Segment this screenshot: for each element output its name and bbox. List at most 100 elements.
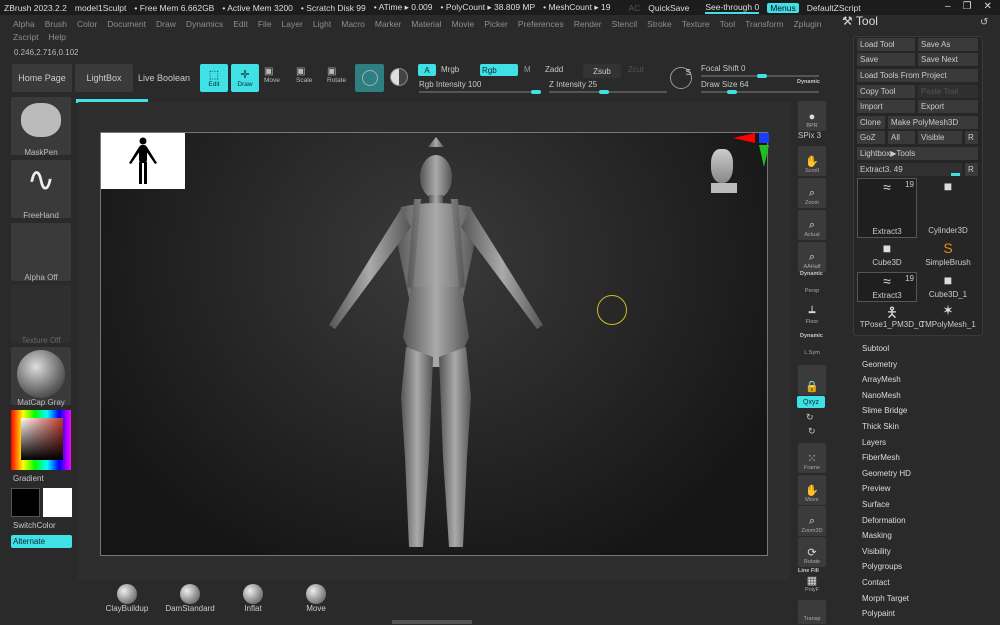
tool-thumbnail[interactable]: ✶ TMPolyMesh_1 xyxy=(918,302,978,332)
zoom-button[interactable]: ⌕ Zoom xyxy=(798,178,826,208)
character-model[interactable] xyxy=(311,137,561,557)
subpalette-polygroups[interactable]: Polygroups xyxy=(862,562,902,571)
menus-toggle[interactable]: Menus xyxy=(767,2,799,13)
menu-document[interactable]: Document xyxy=(102,19,151,29)
tool-thumbnail[interactable]: ■ Cylinder3D xyxy=(918,178,978,238)
alternate-button[interactable]: Alternate xyxy=(11,535,72,548)
color-picker[interactable] xyxy=(11,410,71,470)
stroke-icon[interactable]: S xyxy=(670,67,692,89)
bpr-button[interactable]: ● BPR xyxy=(798,101,826,131)
save-as-button[interactable]: Save As xyxy=(918,38,978,51)
reset-icon[interactable]: ↺ xyxy=(980,17,988,28)
subpalette-arraymesh[interactable]: ArrayMesh xyxy=(862,375,901,384)
floor-button[interactable]: ┷ Floor xyxy=(798,305,826,327)
spix-slider[interactable]: SPix 3 xyxy=(798,131,821,140)
menu-render[interactable]: Render xyxy=(569,19,607,29)
menu-macro[interactable]: Macro xyxy=(336,19,370,29)
move-button[interactable]: ▣ Move xyxy=(264,66,286,84)
rgb-toggle[interactable]: Rgb xyxy=(480,64,518,76)
subpalette-thick-skin[interactable]: Thick Skin xyxy=(862,422,899,431)
rotate-y-icon[interactable]: ↻ xyxy=(806,412,814,423)
tool-thumbnail[interactable]: S SimpleBrush xyxy=(918,240,978,270)
home-page-button[interactable]: Home Page xyxy=(12,64,72,92)
current-tool-slider[interactable]: Extract3. 49 xyxy=(857,163,962,176)
rotate-view-button[interactable]: ⟳ Rotate xyxy=(798,537,826,567)
menu-preferences[interactable]: Preferences xyxy=(513,19,569,29)
import-button[interactable]: Import xyxy=(857,100,915,113)
tool-palette-header[interactable]: ⚒ Tool xyxy=(842,14,878,28)
tool-slider-knob[interactable] xyxy=(951,173,960,176)
focal-shift-slider[interactable] xyxy=(701,74,819,78)
dynamic-toggle[interactable]: Dynamic xyxy=(797,79,820,85)
load-tool-button[interactable]: Load Tool xyxy=(857,38,915,51)
z-intensity-slider[interactable] xyxy=(549,90,667,94)
subpalette-polypaint[interactable]: Polypaint xyxy=(862,609,895,618)
minimize-icon[interactable]: – xyxy=(945,1,951,12)
menu-draw[interactable]: Draw xyxy=(151,19,181,29)
menu-texture[interactable]: Texture xyxy=(677,19,715,29)
frame-button[interactable]: ⁙ Frame xyxy=(798,443,826,473)
save-next-button[interactable]: Save Next xyxy=(918,53,978,66)
persp-button[interactable]: Persp xyxy=(798,278,826,296)
restore-icon[interactable]: ❐ xyxy=(963,1,972,12)
subpalette-preview[interactable]: Preview xyxy=(862,484,890,493)
gradient-label[interactable]: Gradient xyxy=(13,474,44,483)
menu-marker[interactable]: Marker xyxy=(370,19,406,29)
menu-material[interactable]: Material xyxy=(406,19,446,29)
menu-brush[interactable]: Brush xyxy=(40,19,72,29)
subpalette-contact[interactable]: Contact xyxy=(862,578,890,587)
menu-stencil[interactable]: Stencil xyxy=(607,19,643,29)
menu-zscript[interactable]: Zscript xyxy=(8,32,44,42)
paste-tool-button[interactable]: Paste Tool xyxy=(918,85,978,98)
polyf-button[interactable]: ▦ PolyF xyxy=(798,575,826,595)
xyz-toggle[interactable]: Qxyz xyxy=(797,396,825,408)
rotate-z-icon[interactable]: ↻ xyxy=(808,426,816,437)
zoom3d-button[interactable]: ⌕ Zoom3D xyxy=(798,506,826,536)
live-boolean-button[interactable]: Live Boolean xyxy=(135,64,193,92)
subpalette-layers[interactable]: Layers xyxy=(862,438,886,447)
menu-stroke[interactable]: Stroke xyxy=(642,19,677,29)
scale-button[interactable]: ▣ Scale xyxy=(296,66,318,84)
subpalette-morph-target[interactable]: Morph Target xyxy=(862,594,909,603)
rgb-intensity-slider[interactable] xyxy=(419,90,541,94)
shelf-brush-claybuildup[interactable]: ClayBuildup xyxy=(97,584,157,614)
zsub-toggle[interactable]: Zsub xyxy=(583,64,621,78)
shelf-brush-damstandard[interactable]: DamStandard xyxy=(160,584,220,614)
clone-button[interactable]: Clone xyxy=(857,116,885,129)
tool-thumbnail[interactable]: ≈ Extract3 19 xyxy=(857,272,917,302)
mrgb-toggle[interactable]: Mrgb xyxy=(441,65,459,74)
rotate-button[interactable]: ▣ Rotate xyxy=(327,66,351,84)
subpalette-geometry[interactable]: Geometry xyxy=(862,360,897,369)
menu-file[interactable]: File xyxy=(253,19,277,29)
menu-alpha[interactable]: Alpha xyxy=(8,19,40,29)
zcut-toggle[interactable]: Zcut xyxy=(628,65,644,74)
close-icon[interactable]: ✕ xyxy=(984,1,992,12)
stroke-selector[interactable]: ∿ xyxy=(11,160,71,218)
menu-zplugin[interactable]: Zplugin xyxy=(789,19,827,29)
lock-button[interactable]: 🔒 xyxy=(798,365,826,395)
actual-button[interactable]: ⌕ Actual xyxy=(798,210,826,240)
secondary-color-swatch[interactable] xyxy=(43,488,72,517)
material-toggle-icon[interactable] xyxy=(390,68,408,86)
switchcolor-button[interactable]: SwitchColor xyxy=(13,521,56,530)
aahalf-button[interactable]: ⌕ AAHalf xyxy=(798,242,826,272)
gizmo-button[interactable] xyxy=(355,64,384,92)
zadd-toggle[interactable]: Zadd xyxy=(545,65,563,74)
tool-thumbnail[interactable]: ■ Cube3D_1 xyxy=(918,272,978,302)
copy-tool-button[interactable]: Copy Tool xyxy=(857,85,915,98)
subpalette-deformation[interactable]: Deformation xyxy=(862,516,906,525)
goz-button[interactable]: GoZ xyxy=(857,131,885,144)
export-button[interactable]: Export xyxy=(918,100,978,113)
subpalette-visibility[interactable]: Visibility xyxy=(862,547,891,556)
scroll-button[interactable]: ✋ Scroll xyxy=(798,146,826,176)
subpalette-slime-bridge[interactable]: Slime Bridge xyxy=(862,406,907,415)
navigation-thumbnail[interactable] xyxy=(101,133,185,189)
material-selector[interactable] xyxy=(11,347,71,405)
default-zscript[interactable]: DefaultZScript xyxy=(807,3,861,13)
draw-size-slider[interactable] xyxy=(701,90,819,94)
menu-movie[interactable]: Movie xyxy=(447,19,480,29)
tool-thumbnail[interactable]: 🯅 TPose1_PM3D_C xyxy=(857,302,927,332)
goz-r-button[interactable]: R xyxy=(965,131,978,144)
tool-r-button[interactable]: R xyxy=(965,163,978,176)
menu-dynamics[interactable]: Dynamics xyxy=(181,19,228,29)
